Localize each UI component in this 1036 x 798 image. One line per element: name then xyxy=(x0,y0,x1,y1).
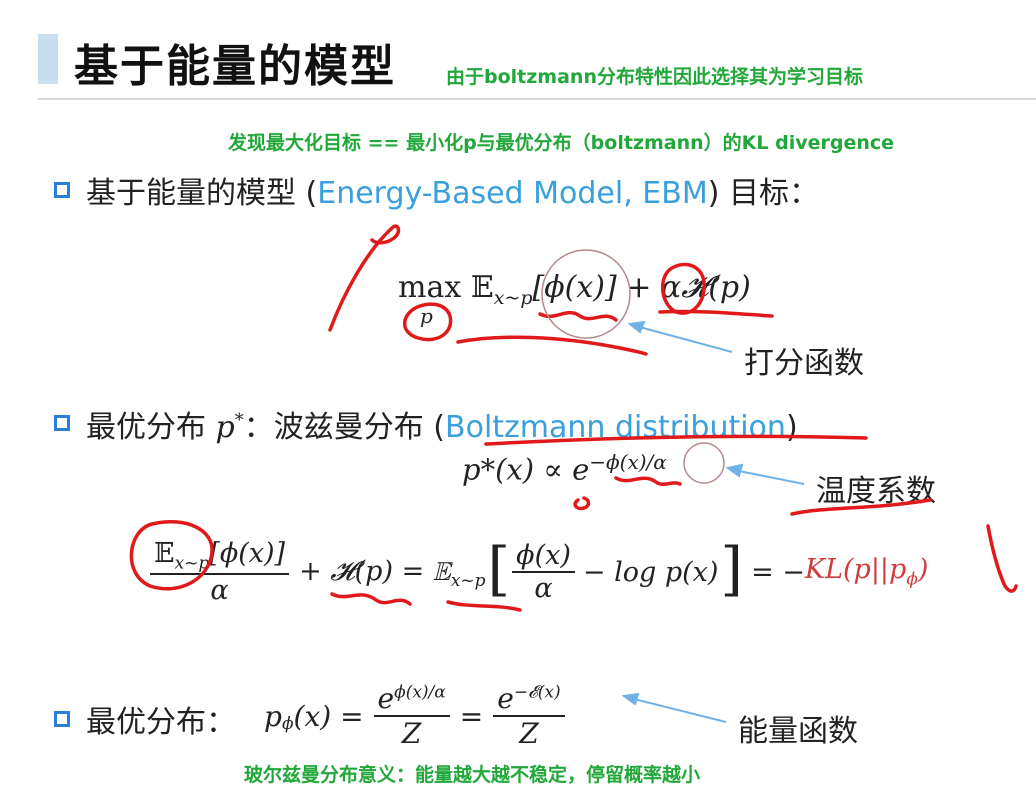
note-kl: 发现最大化目标 == 最小化p与最优分布（boltzmann）的KL diver… xyxy=(228,132,895,154)
kl-inner-den: α xyxy=(534,573,553,604)
bullet-square-icon xyxy=(54,415,70,431)
kl-fraction-2: ϕ(x) α xyxy=(512,540,575,604)
f2-den: Z xyxy=(519,717,539,750)
f1-num: e xyxy=(377,682,395,715)
expect-sub: x~p xyxy=(493,287,533,309)
page-title: 基于能量的模型 xyxy=(74,41,396,92)
note-bottom: 玻尔兹曼分布意义：能量越大越不稳定，停留概率越小 xyxy=(244,764,701,786)
formula-energy: p ϕ (x) = eϕ(x)/α Z = e−𝓔(x) Z xyxy=(264,682,565,750)
kl-den: α xyxy=(210,575,229,607)
energy-lhs-rest: (x) = xyxy=(293,699,364,733)
kl-fraction-1: 𝔼x~p[ϕ(x)] α xyxy=(150,537,290,607)
ink-mark-right xyxy=(986,524,1018,593)
optimal-mid: ：波兹曼分布 ( xyxy=(243,410,446,445)
title-accent-bar xyxy=(38,34,58,84)
kl-expect: 𝔼 xyxy=(154,537,175,569)
energy-lhs-sub: ϕ xyxy=(281,714,294,734)
f1-den: Z xyxy=(401,717,422,750)
ebm-suffix: ) 目标： xyxy=(707,176,819,211)
kl-term-end: ) xyxy=(917,554,929,586)
left-bracket: [ xyxy=(487,535,511,603)
optimal-term: Boltzmann distribution xyxy=(445,410,786,445)
boltzmann-lhs: p*(x) ∝ e xyxy=(462,452,590,487)
energy-fraction-1: eϕ(x)/α Z xyxy=(373,682,450,750)
note-boltzmann-reason: 由于boltzmann分布特性因此选择其为学习目标 xyxy=(446,66,863,88)
energy-lhs: p xyxy=(264,699,282,733)
kl-eq: = − xyxy=(751,556,805,588)
bullet-square-icon xyxy=(54,711,70,727)
max-sub: p xyxy=(420,304,433,328)
bullet-ebm: 基于能量的模型 (Energy-Based Model, EBM) 目标： xyxy=(86,168,819,212)
f1-exp: ϕ(x)/α xyxy=(394,682,446,703)
kl-term: KL(p||pϕ) xyxy=(805,554,929,589)
optimal-prefix: 最优分布 xyxy=(86,410,216,445)
optimal-suffix: ) xyxy=(785,410,798,445)
ink-underline-alpha xyxy=(658,309,774,318)
ink-annotations xyxy=(129,224,1018,723)
ink-stroke-check xyxy=(328,224,401,332)
right-bracket: ] xyxy=(720,535,744,603)
f2-exp: −𝓔(x) xyxy=(513,682,561,703)
expect-op: 𝔼 xyxy=(470,270,494,305)
ebm-prefix: 基于能量的模型 ( xyxy=(86,176,318,211)
kl-sub2: x~p xyxy=(450,571,486,591)
kl-term-text: KL(p||p xyxy=(804,554,907,586)
annotation-temperature: 温度系数 xyxy=(816,474,936,509)
thin-circle-alpha xyxy=(683,442,725,484)
formula-kl: 𝔼x~p[ϕ(x)] α + 𝓗(p) = 𝔼x~p [ ϕ(x) α − lo… xyxy=(150,535,928,609)
kl-num-rest: [ϕ(x)] xyxy=(209,537,286,569)
energy-eq: = xyxy=(459,699,484,733)
objective-body: [ϕ(x)] + α𝓗(p) xyxy=(532,270,751,305)
kl-plus: + 𝓗(p) = 𝔼 xyxy=(299,556,451,587)
annotation-energy-fn: 能量函数 xyxy=(738,714,858,749)
max-op: max xyxy=(398,270,462,305)
annotation-scoring: 打分函数 xyxy=(744,346,864,381)
f2-num: e xyxy=(497,682,514,715)
formula-objective: max p 𝔼x~p[ϕ(x)] + α𝓗(p) xyxy=(398,270,751,328)
optimal-sym: p xyxy=(215,410,235,445)
bullet-optimal2: 最优分布： xyxy=(86,705,236,740)
kl-inner-num: ϕ(x) xyxy=(516,540,571,571)
kl-term-sub: ϕ xyxy=(906,569,918,590)
kl-inner-rest: − log p(x) xyxy=(582,556,719,588)
boltzmann-exp: −ϕ(x)/α xyxy=(589,450,667,474)
kl-expect-sub: x~p xyxy=(174,553,210,574)
energy-fraction-2: e−𝓔(x) Z xyxy=(493,682,565,750)
title-divider xyxy=(38,98,1036,100)
optimal-sup: * xyxy=(234,410,244,431)
ebm-term: Energy-Based Model, EBM xyxy=(317,176,708,211)
ink-underline-expect xyxy=(456,335,648,356)
bullet-square-icon xyxy=(54,182,70,198)
formula-boltzmann: p*(x) ∝ e−ϕ(x)/α xyxy=(462,450,667,487)
bullet-optimal: 最优分布 p*：波兹曼分布 (Boltzmann distribution) xyxy=(86,402,798,446)
ink-dot xyxy=(573,496,591,511)
ink-wave-phi xyxy=(538,310,618,322)
